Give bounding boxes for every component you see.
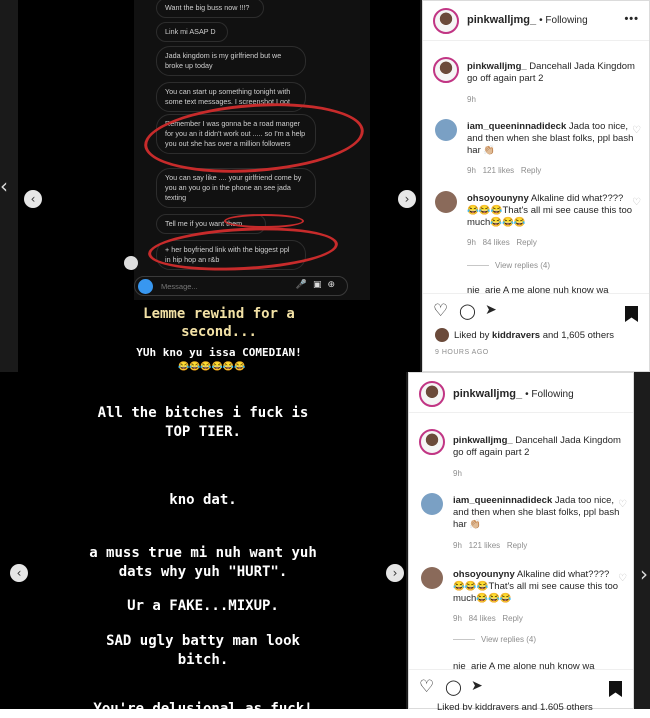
partial-comment: nie_arie A me alone nuh know wa <box>467 285 609 293</box>
comment-avatar[interactable] <box>421 493 443 515</box>
story-text-line: You're delusional as fuck! <box>93 701 313 717</box>
comment-text: iam_queeninnadideck Jada too nice, and t… <box>467 121 634 156</box>
partial-comment: nie_arie A me alone nuh know wa <box>453 661 595 669</box>
sender-avatar <box>124 256 138 270</box>
message-bubble: Link mi ASAP D <box>156 22 228 42</box>
comment-text: ohsoyounyny Alkaline did what????😂😂😂That… <box>453 569 619 604</box>
caption-line: Lemme rewind for a <box>143 306 295 322</box>
story-text-line: bitch. <box>177 652 229 668</box>
top-screenshot: ‹ Want the big buss now !!!? Link mi ASA… <box>0 0 650 372</box>
like-heart-icon[interactable]: ♡ <box>419 677 434 697</box>
dm-screenshot: Want the big buss now !!!? Link mi ASAP … <box>134 0 370 300</box>
comment-avatar[interactable] <box>435 191 457 213</box>
avatar[interactable] <box>419 381 445 407</box>
more-options-icon[interactable]: ••• <box>624 13 639 25</box>
post-username[interactable]: pinkwalljmg_ • Following <box>467 14 588 26</box>
story-text-line: TOP TIER. <box>165 424 241 440</box>
message-bubble: Jada kingdom is my girlfriend but we bro… <box>156 46 306 76</box>
reply-link[interactable]: Reply <box>502 614 522 623</box>
comment-meta: 9h 84 likes Reply <box>467 238 537 247</box>
post-header: pinkwalljmg_ • Following ••• <box>423 1 649 41</box>
comment-heart-icon[interactable]: ♡ <box>618 499 627 510</box>
story-caption: Lemme rewind for a second... <box>18 305 420 341</box>
next-arrow-icon[interactable]: › <box>398 190 416 208</box>
bookmark-icon[interactable] <box>625 306 638 322</box>
comment-meta: 9h 121 likes Reply <box>453 541 528 550</box>
liker-avatar <box>435 328 449 342</box>
caption-line: second... <box>181 324 257 340</box>
next-arrow-icon[interactable]: › <box>386 564 404 582</box>
edge-chevron-right-icon[interactable]: › <box>640 562 648 586</box>
share-icon[interactable]: ➤ <box>485 302 497 318</box>
story-text-line: dats why yuh "HURT". <box>118 564 288 580</box>
instagram-post-panel: pinkwalljmg_ • Following ••• pinkwalljmg… <box>422 0 650 372</box>
avatar[interactable] <box>433 8 459 34</box>
edge-chevron-left-icon[interactable]: ‹ <box>0 174 8 198</box>
caption-age: 9h <box>467 95 476 104</box>
bookmark-icon[interactable] <box>609 681 622 697</box>
post-header: pinkwalljmg_ • Following <box>409 373 633 413</box>
comment-heart-icon[interactable]: ♡ <box>632 125 641 136</box>
story-caption-sub: YUh kno yu issa COMEDIAN! <box>136 346 302 359</box>
story-text-line: SAD ugly batty man look <box>106 633 300 649</box>
composer-placeholder: Message... <box>161 282 198 291</box>
prev-arrow-icon[interactable]: ‹ <box>24 190 42 208</box>
comment-heart-icon[interactable]: ♡ <box>618 573 627 584</box>
post-time: 9 HOURS AGO <box>435 349 489 356</box>
story-viewer-text: All the bitches i fuck is TOP TIER. kno … <box>0 372 406 717</box>
laughing-emojis: 😂😂😂😂😂😂 <box>178 361 246 371</box>
red-underline-annotation <box>224 214 304 228</box>
bottom-screenshot: All the bitches i fuck is TOP TIER. kno … <box>0 372 650 717</box>
share-icon[interactable]: ➤ <box>471 678 483 694</box>
reply-link[interactable]: Reply <box>516 238 536 247</box>
liked-by[interactable]: Liked by kiddravers and 1,605 others <box>454 330 614 341</box>
comment-icon[interactable]: ◯ <box>459 302 476 320</box>
prev-arrow-icon[interactable]: ‹ <box>10 564 28 582</box>
like-heart-icon[interactable]: ♡ <box>433 301 448 321</box>
message-composer[interactable]: Message... 🎤▣⊕ <box>134 276 348 296</box>
story-text-line: All the bitches i fuck is <box>97 405 309 421</box>
story-text-line: a muss true mi nuh want yuh <box>89 545 317 561</box>
message-bubble: Want the big buss now !!!? <box>156 0 264 18</box>
comment-avatar[interactable] <box>421 567 443 589</box>
caption-avatar[interactable] <box>419 429 445 455</box>
comment-avatar[interactable] <box>435 119 457 141</box>
comment-text: ohsoyounyny Alkaline did what????😂😂😂That… <box>467 193 633 228</box>
view-replies-link[interactable]: View replies (4) <box>467 261 550 270</box>
comment-meta: 9h 121 likes Reply <box>467 166 542 175</box>
story-text-line: kno dat. <box>169 492 237 508</box>
caption-age: 9h <box>453 469 462 478</box>
caption-avatar[interactable] <box>433 57 459 83</box>
story-viewer: Want the big buss now !!!? Link mi ASAP … <box>18 0 420 372</box>
comment-meta: 9h 84 likes Reply <box>453 614 523 623</box>
comment-heart-icon[interactable]: ♡ <box>632 197 641 208</box>
post-caption: pinkwalljmg_ Dancehall Jada Kingdom go o… <box>467 61 635 84</box>
reply-link[interactable]: Reply <box>521 166 541 175</box>
comment-icon[interactable]: ◯ <box>445 678 462 696</box>
post-caption: pinkwalljmg_ Dancehall Jada Kingdom go o… <box>453 435 621 458</box>
view-replies-link[interactable]: View replies (4) <box>453 635 536 644</box>
mic-gallery-plus-icons[interactable]: 🎤▣⊕ <box>296 280 341 290</box>
reply-link[interactable]: Reply <box>507 541 527 550</box>
divider <box>409 669 633 670</box>
story-text-line: Ur a FAKE...MIXUP. <box>127 598 279 614</box>
divider <box>423 293 649 294</box>
camera-icon[interactable] <box>138 279 153 294</box>
message-bubble: You can say like .... your girlfriend co… <box>156 168 316 208</box>
post-username[interactable]: pinkwalljmg_ • Following <box>453 388 574 400</box>
instagram-post-panel: pinkwalljmg_ • Following pinkwalljmg_ Da… <box>408 372 634 710</box>
comment-text: iam_queeninnadideck Jada too nice, and t… <box>453 495 620 530</box>
